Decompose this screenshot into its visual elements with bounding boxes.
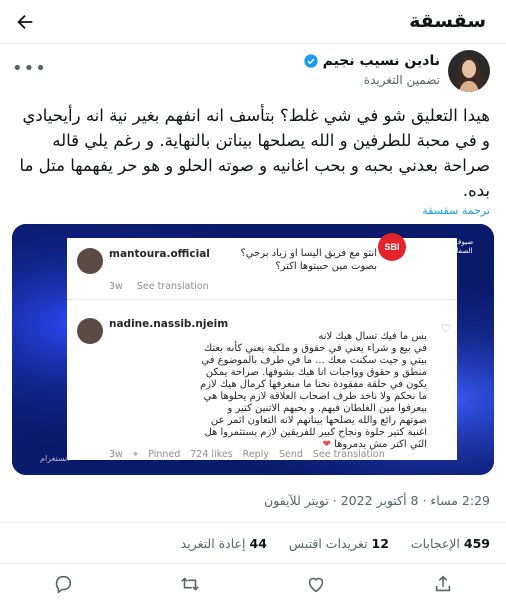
comment-2-line: بيعرفوا مين الغلطان فيهم. و بحبهم الاتني… <box>227 403 427 414</box>
retweets-stat[interactable]: 44إعادة التغريد <box>181 536 267 551</box>
comment-1-line1: انتو مع فريق اليسا او زياد برجي؟ <box>240 248 377 259</box>
tweet-date[interactable]: 8 أكتوبر 2022 <box>341 493 419 508</box>
tweet-time[interactable]: 2:29 مساء <box>430 493 490 508</box>
retweet-icon[interactable] <box>179 573 201 595</box>
comment-2-line: منطق و حقوق وواجبات انا هيك بشوفها. صراح… <box>205 367 427 378</box>
comment-1-user: mantoura.official <box>109 248 210 260</box>
avatar[interactable] <box>448 50 490 92</box>
author-name[interactable]: نادين نسيب نجيم <box>323 53 440 69</box>
comment-2-reply: Reply <box>242 449 269 460</box>
channel-logo: SBI <box>378 233 406 261</box>
comment-1-line2: بصوت مين حبيتوها اكتر؟ <box>275 261 377 272</box>
comment-2-send: Send <box>278 449 303 460</box>
comment-2-line: صوتهم رائع والله يصلحها بيناتهم لانه الت… <box>210 415 427 426</box>
top-bar: سقسقة <box>0 0 506 44</box>
share-icon[interactable] <box>432 573 454 595</box>
commenter-avatar <box>77 248 103 274</box>
translate-link[interactable]: ترجمة سقسقة <box>422 204 490 217</box>
instagram-screenshot: mantoura.official انتو مع فريق اليسا او … <box>67 238 457 460</box>
tweet-author: نادين نسيب نجيم تضمين التغريدة ••• <box>0 44 506 100</box>
tweet-actions <box>0 568 506 600</box>
tweet-media[interactable]: mantoura.official انتو مع فريق اليسا او … <box>12 224 494 475</box>
comment-2-line: بس ما فيك تسال هيك لانه <box>318 331 427 342</box>
like-icon[interactable] <box>305 573 327 595</box>
comment-2-likes: 724 likes <box>190 449 233 460</box>
more-icon[interactable]: ••• <box>12 58 47 79</box>
channel-caption: ضيوف زوارقي الصفاء والرضا <box>430 238 474 255</box>
comment-2-user: nadine.nassib.njeim <box>109 318 229 330</box>
tweet-timestamp: 2:29 مساء · 8 أكتوبر 2022 · تويتر للآيفو… <box>264 493 490 508</box>
reply-icon[interactable] <box>52 573 74 595</box>
heart-outline-icon: ♡ <box>441 322 451 335</box>
comment-1-see-translation: See translation <box>136 281 209 292</box>
comment-2-line: بيتي و جيت سكنت معك ... ما في طرف بالموض… <box>201 355 427 366</box>
comment-2-line: ما نحكم ولا ناخد طرف اصحاب العلاقة لازم … <box>203 391 427 402</box>
comment-2-line: في بيع و شراء يعني في حقوق و ملكية يعني … <box>203 343 427 354</box>
page-title: سقسقة <box>409 10 486 32</box>
comment-2-pinned: Pinned <box>148 449 181 460</box>
tweet-source[interactable]: تويتر للآيفون <box>264 493 329 508</box>
comment-2-line: اغنية كتير حلوة ونجاح كبير للفريقين لازم… <box>204 427 427 438</box>
likes-stat[interactable]: 459الإعجابات <box>411 536 490 551</box>
comment-1-age: 3w <box>109 281 123 292</box>
corner-caption: انستغرام <box>40 454 70 463</box>
pin-icon: ⌖ <box>132 449 139 460</box>
comment-2-meta: 3w ⌖ Pinned 724 likes Reply Send See tra… <box>109 449 385 460</box>
comment-2-line: يكون في حلقة مفقودة نحنا ما منعرفها كرما… <box>199 379 427 390</box>
quotes-stat[interactable]: 12تغريدات اقتبس <box>289 536 389 551</box>
comment-1-meta: 3w See translation <box>109 281 209 292</box>
comment-2-age: 3w <box>109 449 123 460</box>
tweet-text: هيدا التعليق شو في شي غلط؟ بتأسف انه انف… <box>19 106 490 200</box>
back-arrow-icon[interactable] <box>14 11 36 33</box>
verified-badge-icon <box>303 54 318 68</box>
tweet-stats: 459الإعجابات 12تغريدات اقتبس 44إعادة الت… <box>0 522 506 564</box>
comment-2-see-translation: See translation <box>312 449 385 460</box>
author-subtitle: تضمين التغريدة <box>363 73 440 87</box>
